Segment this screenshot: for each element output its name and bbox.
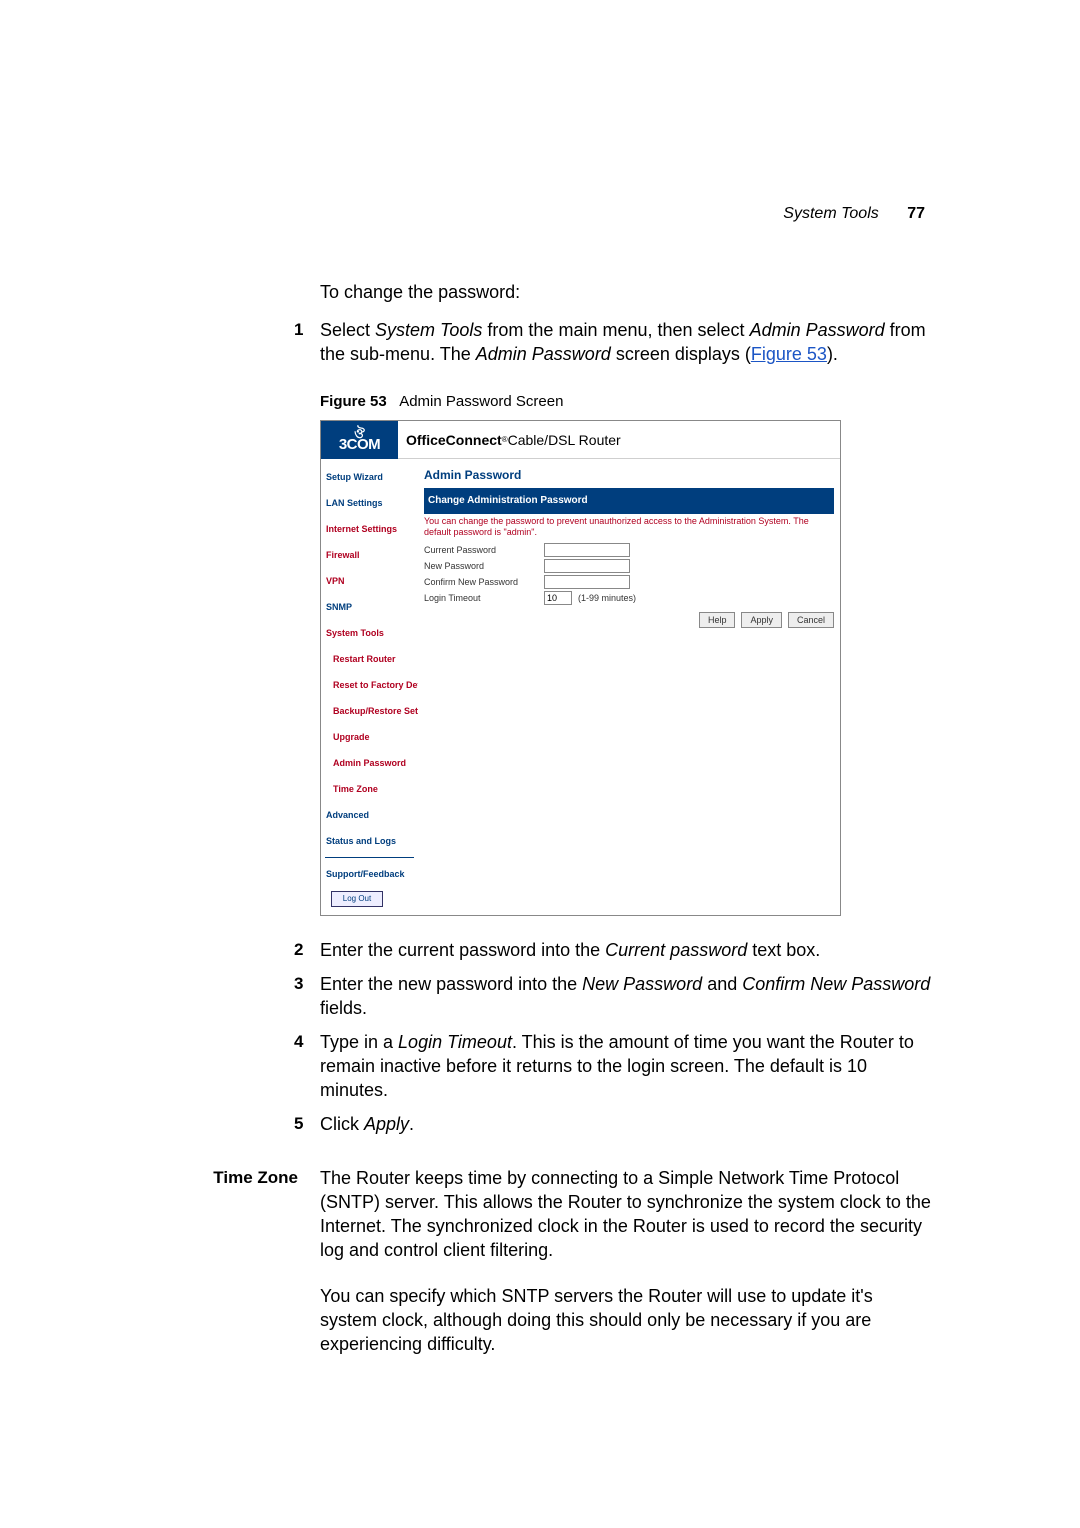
body-column: To change the password: 1 Select System … (320, 280, 932, 1378)
step-3-text: Enter the new password into the New Pass… (320, 974, 930, 1018)
figure-53: ঔ 3COM OfficeConnect® Cable/DSL Router S… (320, 420, 841, 916)
step-1-text: Select System Tools from the main menu, … (320, 320, 926, 364)
nav-setup-wizard[interactable]: Setup Wizard (321, 464, 418, 490)
nav-reset-defaults[interactable]: Reset to Factory Defaults (321, 672, 418, 698)
step-number: 5 (294, 1112, 303, 1136)
panel-main: Admin Password Change Administration Pas… (418, 459, 840, 915)
nav-upgrade[interactable]: Upgrade (321, 724, 418, 750)
nav-sidebar: Setup Wizard LAN Settings Internet Setti… (321, 459, 418, 915)
figure-caption: Figure 53 Admin Password Screen (320, 390, 932, 414)
running-header: System Tools 77 (783, 205, 925, 223)
figure-header: ঔ 3COM OfficeConnect® Cable/DSL Router (321, 421, 840, 459)
nav-advanced[interactable]: Advanced (321, 802, 418, 828)
step-4-text: Type in a Login Timeout. This is the amo… (320, 1032, 914, 1100)
nav-separator (325, 857, 414, 858)
panel-bar: Change Administration Password (424, 488, 834, 514)
nav-vpn[interactable]: VPN (321, 568, 418, 594)
panel-note: You can change the password to prevent u… (424, 516, 834, 538)
nav-time-zone[interactable]: Time Zone (321, 776, 418, 802)
step-2-text: Enter the current password into the Curr… (320, 940, 820, 960)
new-password-input[interactable] (544, 559, 630, 573)
product-title: OfficeConnect® Cable/DSL Router (398, 421, 840, 459)
page: System Tools 77 To change the password: … (0, 0, 1080, 1528)
apply-button[interactable]: Apply (741, 612, 782, 628)
panel-title: Admin Password (424, 463, 834, 487)
time-zone-p1: The Router keeps time by connecting to a… (320, 1166, 932, 1262)
help-button[interactable]: Help (699, 612, 736, 628)
header-section: System Tools (783, 205, 878, 222)
nav-snmp[interactable]: SNMP (321, 594, 418, 620)
login-timeout-hint: (1-99 minutes) (578, 586, 636, 610)
step-1: 1 Select System Tools from the main menu… (320, 318, 932, 916)
step-3: 3 Enter the new password into the New Pa… (320, 972, 932, 1020)
step-number: 3 (294, 972, 303, 996)
step-5-text: Click Apply. (320, 1114, 414, 1134)
step-5: 5 Click Apply. (320, 1112, 932, 1136)
step-4: 4 Type in a Login Timeout. This is the a… (320, 1030, 932, 1102)
nav-status-logs[interactable]: Status and Logs (321, 828, 418, 854)
login-timeout-input[interactable] (544, 591, 572, 605)
nav-support[interactable]: Support/Feedback (321, 861, 418, 887)
figure-label: Figure 53 (320, 393, 387, 410)
time-zone-section: Time Zone The Router keeps time by conne… (320, 1166, 932, 1378)
step-number: 1 (294, 318, 303, 342)
time-zone-heading: Time Zone (210, 1166, 320, 1190)
link-figure-53[interactable]: Figure 53 (751, 344, 827, 364)
figure-body: Setup Wizard LAN Settings Internet Setti… (321, 459, 840, 915)
step-2: 2 Enter the current password into the Cu… (320, 938, 932, 962)
step-number: 2 (294, 938, 303, 962)
row-login-timeout: Login Timeout (1-99 minutes) (424, 590, 834, 606)
nav-restart-router[interactable]: Restart Router (321, 646, 418, 672)
panel-buttons: Help Apply Cancel (424, 612, 834, 628)
time-zone-p2: You can specify which SNTP servers the R… (320, 1284, 932, 1356)
time-zone-body: The Router keeps time by connecting to a… (320, 1166, 932, 1378)
nav-system-tools[interactable]: System Tools (321, 620, 418, 646)
logo-3com: ঔ 3COM (321, 421, 398, 459)
cancel-button[interactable]: Cancel (788, 612, 834, 628)
nav-backup-restore[interactable]: Backup/Restore Settings (321, 698, 418, 724)
figure-caption-text: Admin Password Screen (399, 393, 563, 410)
steps-list: 1 Select System Tools from the main menu… (320, 318, 932, 1136)
label-login-timeout: Login Timeout (424, 586, 544, 610)
nav-lan-settings[interactable]: LAN Settings (321, 490, 418, 516)
intro-line: To change the password: (320, 280, 932, 304)
step-number: 4 (294, 1030, 303, 1054)
nav-admin-password[interactable]: Admin Password (321, 750, 418, 776)
logout-button[interactable]: Log Out (331, 891, 383, 907)
nav-firewall[interactable]: Firewall (321, 542, 418, 568)
page-number: 77 (907, 205, 925, 222)
current-password-input[interactable] (544, 543, 630, 557)
logo-brand: 3COM (339, 438, 380, 452)
nav-internet-settings[interactable]: Internet Settings (321, 516, 418, 542)
